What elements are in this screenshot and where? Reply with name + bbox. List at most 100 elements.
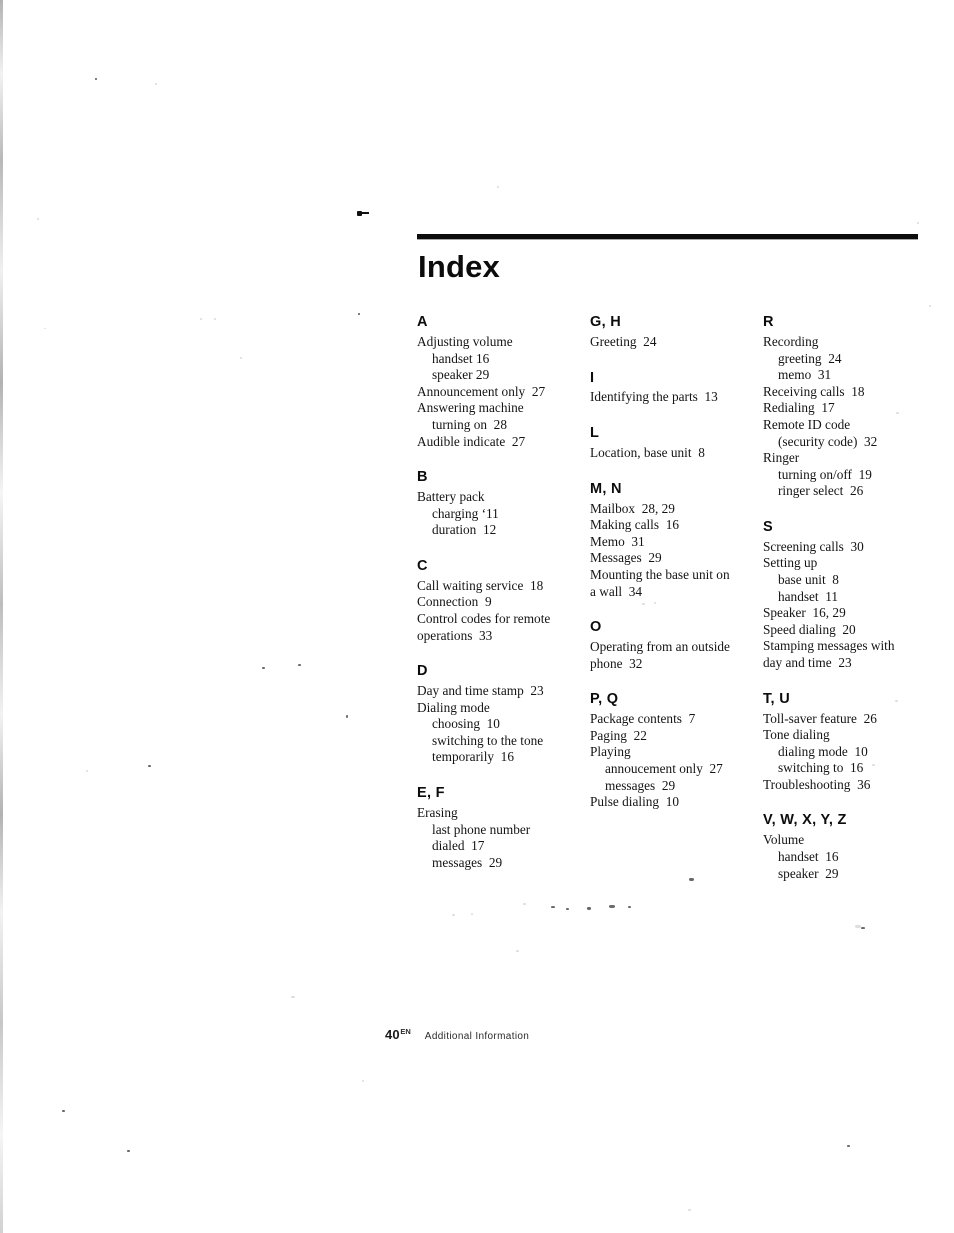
page-title: Index bbox=[418, 249, 500, 284]
scan-speck bbox=[155, 83, 157, 85]
index-entry: Audible indicate 27 bbox=[417, 433, 526, 449]
index-entry: operations 33 bbox=[417, 627, 493, 643]
letter-heading: C bbox=[417, 557, 428, 574]
entry-list: Adjusting volume handset 16 speaker 29 Anno… bbox=[417, 334, 590, 450]
index-entry: phone 32 bbox=[590, 655, 643, 671]
entry-list: Volume handset 16 speaker 29 bbox=[763, 832, 919, 882]
index-column-3: R Recording greeting 24 memo 31 Receiving ca… bbox=[763, 314, 919, 882]
letter-heading: L bbox=[590, 425, 600, 442]
scan-speck bbox=[497, 186, 499, 188]
scan-speck bbox=[200, 318, 202, 320]
index-entry: Control codes for remote bbox=[417, 610, 551, 626]
letter-group: T, U Toll-saver feature 26 Tone dialing dia… bbox=[763, 690, 919, 794]
scan-speck bbox=[44, 328, 46, 329]
index-entry: duration 12 bbox=[432, 522, 497, 538]
letter-heading: T, U bbox=[763, 690, 790, 707]
letter-heading: A bbox=[417, 314, 428, 330]
letter-heading: B bbox=[417, 469, 428, 486]
scan-speck bbox=[929, 305, 931, 307]
letter-group: P, Q Package contents 7 Paging 22 Playing an… bbox=[590, 691, 763, 811]
scan-speck bbox=[346, 715, 348, 718]
letter-heading: R bbox=[763, 314, 774, 330]
letter-group: R Recording greeting 24 memo 31 Receiving ca… bbox=[763, 314, 919, 500]
index-entry: Adjusting volume bbox=[417, 333, 513, 349]
scan-speck bbox=[917, 222, 919, 224]
entry-list: Screening calls 30 Setting up base unit 8h… bbox=[763, 539, 919, 672]
index-entry: Mailbox 28, 29 bbox=[590, 500, 675, 516]
index-entry: Location, base unit 8 bbox=[590, 445, 705, 460]
index-entry: Speed dialing 20 bbox=[763, 621, 856, 637]
letter-group: C Call waiting service 18 Connection 9 Cont… bbox=[417, 557, 590, 644]
scan-speck bbox=[516, 950, 519, 952]
index-entry: last phone number bbox=[432, 821, 531, 837]
index-entry: switching to the tone bbox=[432, 732, 544, 748]
index-entry: turning on 28 bbox=[432, 416, 507, 432]
index-entry: handset 16 bbox=[432, 350, 490, 366]
index-entry: Call waiting service 18 bbox=[417, 577, 544, 593]
scan-speck bbox=[291, 996, 295, 998]
index-entry: base unit 8 bbox=[778, 572, 839, 587]
letter-group: L Location, base unit 8 bbox=[590, 425, 763, 462]
index-content: Index A Adjusting volume handset 16 speaker… bbox=[417, 234, 919, 882]
scan-speck bbox=[551, 906, 555, 908]
scan-speck bbox=[628, 906, 631, 908]
index-entry: handset 11 bbox=[778, 588, 839, 604]
entry-list: Greeting 24 bbox=[590, 334, 763, 351]
index-entry: Connection 9 bbox=[417, 594, 492, 610]
footer-page-number: 40 bbox=[385, 1027, 400, 1042]
footer-page-suffix: EN bbox=[400, 1027, 411, 1036]
index-entry: dialing mode 10 bbox=[778, 743, 868, 759]
letter-group: S Screening calls 30 Setting up base unit 8… bbox=[763, 518, 919, 672]
scan-speck bbox=[95, 78, 97, 80]
index-entry: (security code) 32 bbox=[778, 433, 878, 449]
index-entry: greeting 24 bbox=[778, 350, 842, 366]
scan-speck bbox=[452, 914, 455, 916]
letter-heading: V, W, X, Y, Z bbox=[763, 812, 847, 829]
index-entry: Speaker 16, 29 bbox=[763, 605, 846, 621]
index-entry: dialed 17 bbox=[432, 838, 485, 854]
index-entry: ringer select 26 bbox=[778, 483, 864, 499]
index-entry: Greeting 24 bbox=[590, 333, 657, 349]
scan-speck bbox=[523, 903, 526, 905]
index-entry: Stamping messages with bbox=[763, 638, 895, 654]
index-entry: Setting up bbox=[763, 555, 818, 571]
letter-group: B Battery pack charging ‘11 duration 12 bbox=[417, 469, 590, 539]
entry-list: Toll-saver feature 26 Tone dialing dialing… bbox=[763, 711, 919, 794]
index-entry: a wall 34 bbox=[590, 583, 643, 599]
entry-list: Identifying the parts 13 bbox=[590, 389, 763, 406]
index-entry: Identifying the parts 13 bbox=[590, 389, 718, 405]
index-column-1: A Adjusting volume handset 16 speaker 29 Ann… bbox=[417, 314, 590, 882]
scan-speck bbox=[62, 1110, 65, 1112]
entry-list: Operating from an outside phone 32 bbox=[590, 639, 763, 672]
letter-heading: S bbox=[763, 518, 773, 535]
index-entry: Ringer bbox=[763, 450, 800, 466]
scan-speck bbox=[358, 313, 360, 315]
index-entry: Memo 31 bbox=[590, 533, 645, 549]
letter-group: M, N Mailbox 28, 29 Making calls 16 Memo 31… bbox=[590, 481, 763, 601]
letter-heading: P, Q bbox=[590, 691, 619, 708]
index-entry: Announcement only 27 bbox=[417, 383, 546, 399]
scan-speck bbox=[298, 664, 301, 666]
entry-list: Erasing last phone number dialed 17 message… bbox=[417, 805, 590, 871]
letter-group: A Adjusting volume handset 16 speaker 29 Ann… bbox=[417, 314, 590, 450]
index-entry: Answering machine bbox=[417, 400, 524, 416]
index-entry: Messages 29 bbox=[590, 550, 662, 566]
scan-speck bbox=[471, 913, 473, 915]
index-columns: A Adjusting volume handset 16 speaker 29 Ann… bbox=[417, 314, 919, 882]
scan-speck bbox=[587, 907, 591, 910]
index-entry: Dialing mode bbox=[417, 699, 490, 715]
index-entry: Screening calls 30 bbox=[763, 538, 864, 554]
index-entry: turning on/off 19 bbox=[778, 466, 872, 482]
title-rule bbox=[417, 234, 918, 239]
index-entry: Pulse dialing 10 bbox=[590, 794, 680, 810]
index-entry: day and time 23 bbox=[763, 654, 852, 670]
index-entry: annoucement only 27 bbox=[605, 760, 723, 776]
letter-heading: G, H bbox=[590, 314, 622, 330]
letter-heading: D bbox=[417, 663, 428, 680]
scan-speck bbox=[861, 927, 865, 929]
entry-list: Mailbox 28, 29 Making calls 16 Memo 31 Mess… bbox=[590, 501, 763, 601]
index-entry: messages 29 bbox=[605, 777, 676, 793]
index-entry: Operating from an outside bbox=[590, 639, 730, 655]
document-page: Index A Adjusting volume handset 16 speaker… bbox=[0, 0, 954, 1233]
index-entry: speaker 29 bbox=[432, 367, 490, 383]
